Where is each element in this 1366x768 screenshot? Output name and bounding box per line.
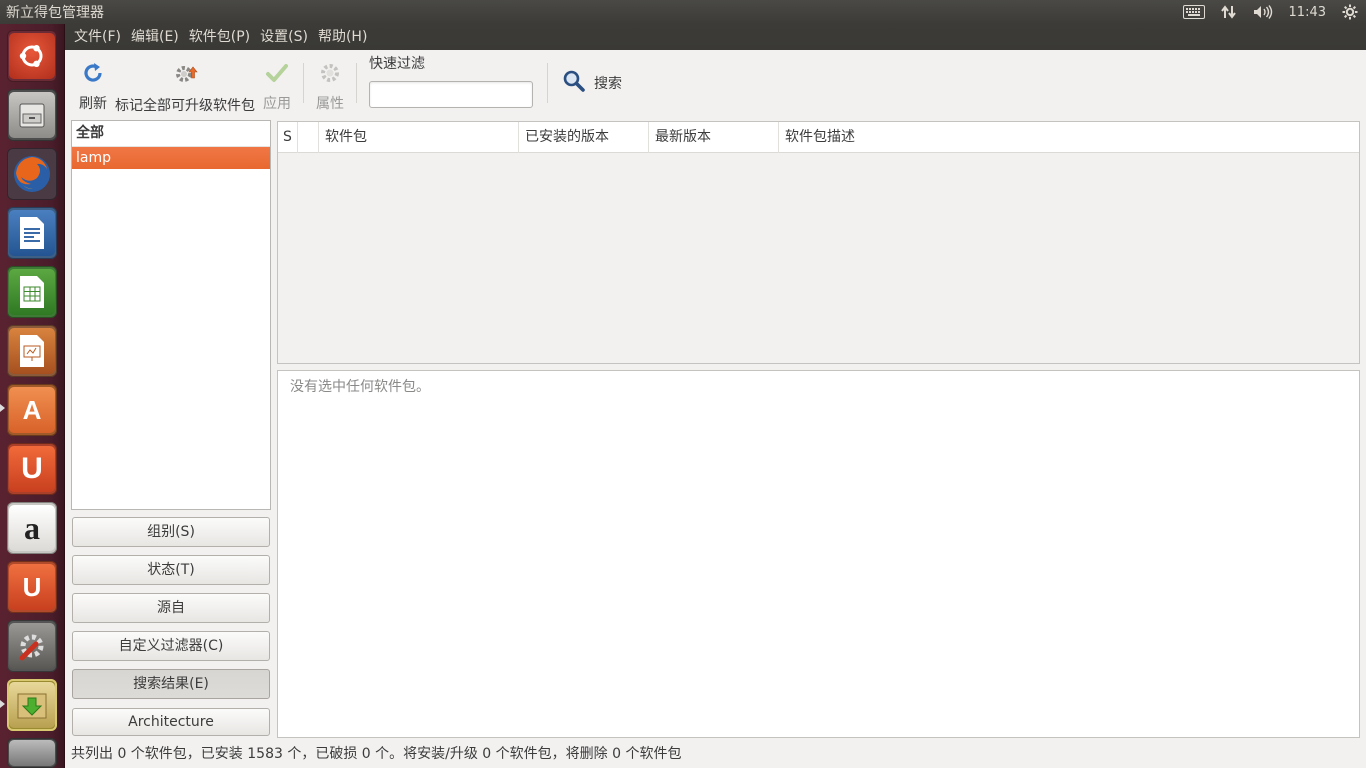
writer-document-icon xyxy=(9,210,55,256)
network-icon[interactable] xyxy=(1220,4,1237,20)
refresh-button[interactable]: 刷新 xyxy=(75,55,111,112)
menu-file[interactable]: 文件(F) xyxy=(69,24,126,50)
column-description[interactable]: 软件包描述 xyxy=(779,122,1359,153)
ubuntu-one-icon: U xyxy=(9,446,55,492)
column-latest-version[interactable]: 最新版本 xyxy=(649,122,779,153)
menubar: 文件(F) 编辑(E) 软件包(P) 设置(S) 帮助(H) xyxy=(65,24,1366,50)
refresh-icon xyxy=(80,61,106,85)
ubuntu-logo-icon xyxy=(9,33,55,79)
upgrade-gear-icon xyxy=(172,61,198,87)
properties-gear-icon xyxy=(317,61,343,85)
apply-button[interactable]: 应用 xyxy=(259,55,295,112)
launcher-trash-button[interactable] xyxy=(7,738,57,768)
architecture-button[interactable]: Architecture xyxy=(72,708,270,736)
software-center-bag-icon: A xyxy=(9,387,55,433)
volume-icon[interactable] xyxy=(1253,4,1273,20)
quick-filter-input[interactable] xyxy=(369,80,533,108)
app-title: 新立得包管理器 xyxy=(6,5,104,21)
filter-list-item[interactable]: lamp xyxy=(72,147,270,169)
toolbar-separator xyxy=(547,63,548,103)
package-details-pane[interactable]: 没有选中任何软件包。 xyxy=(277,370,1360,738)
toolbar: 刷新 标记全部可升级软件包 应用 属性 快速过滤 搜索 xyxy=(65,50,1366,116)
music-headphones-icon: U xyxy=(9,564,55,610)
status-bar-text: 共列出 0 个软件包，已安装 1583 个，已破损 0 个。将安装/升级 0 个… xyxy=(71,746,682,762)
column-status[interactable]: S xyxy=(278,122,298,153)
refresh-label: 刷新 xyxy=(79,96,107,112)
package-table-header: S 软件包 已安装的版本 最新版本 软件包描述 xyxy=(278,122,1359,153)
toolbar-separator xyxy=(303,63,304,103)
apply-label: 应用 xyxy=(263,96,291,112)
toolbar-separator xyxy=(356,63,357,103)
indicator-area: 11:43 xyxy=(1182,4,1366,20)
custom-filters-button[interactable]: 自定义过滤器(C) xyxy=(72,631,270,661)
status-button[interactable]: 状态(T) xyxy=(72,555,270,585)
apply-checkmark-icon xyxy=(264,61,290,85)
properties-label: 属性 xyxy=(316,96,344,112)
launcher-system-settings-button[interactable] xyxy=(7,620,57,672)
quick-filter-label: 快速过滤 xyxy=(369,55,425,72)
menu-edit[interactable]: 编辑(E) xyxy=(126,24,184,50)
launcher-music-button[interactable]: U xyxy=(7,561,57,613)
sections-button[interactable]: 组别(S) xyxy=(72,517,270,547)
launcher-impress-button[interactable] xyxy=(7,325,57,377)
amazon-icon: a xyxy=(9,505,55,551)
top-panel: 新立得包管理器 11:43 xyxy=(0,0,1366,24)
launcher-files-button[interactable] xyxy=(7,89,57,141)
launcher-software-center-button[interactable]: A xyxy=(7,384,57,436)
calc-spreadsheet-icon xyxy=(9,269,55,315)
launcher-ubuntu-one-button[interactable]: U xyxy=(7,443,57,495)
launcher-dash-button[interactable] xyxy=(7,30,57,82)
column-support[interactable] xyxy=(298,122,319,153)
search-results-button[interactable]: 搜索结果(E) xyxy=(72,669,270,699)
quick-filter-group: 快速过滤 xyxy=(369,56,533,108)
running-indicator xyxy=(0,404,5,412)
search-magnifier-icon xyxy=(562,69,586,97)
package-table[interactable]: S 软件包 已安装的版本 最新版本 软件包描述 xyxy=(277,121,1360,364)
running-indicator xyxy=(0,700,5,708)
synaptic-window: 文件(F) 编辑(E) 软件包(P) 设置(S) 帮助(H) 刷新 标记全部可升… xyxy=(65,24,1366,768)
mark-all-upgrades-button[interactable]: 标记全部可升级软件包 xyxy=(111,55,259,114)
launcher-amazon-button[interactable]: a xyxy=(7,502,57,554)
launcher: A U a U xyxy=(0,24,65,768)
firefox-icon xyxy=(9,151,55,197)
launcher-synaptic-button[interactable] xyxy=(7,679,57,731)
impress-presentation-icon xyxy=(9,328,55,374)
trash-icon xyxy=(9,740,55,766)
clock-text[interactable]: 11:43 xyxy=(1289,5,1326,20)
filter-list: 全部 lamp xyxy=(71,120,271,510)
menu-package[interactable]: 软件包(P) xyxy=(184,24,255,50)
filter-list-header[interactable]: 全部 xyxy=(72,121,270,147)
column-package[interactable]: 软件包 xyxy=(319,122,519,153)
details-placeholder-text: 没有选中任何软件包。 xyxy=(290,379,430,395)
launcher-writer-button[interactable] xyxy=(7,207,57,259)
file-cabinet-icon xyxy=(9,92,55,138)
launcher-calc-button[interactable] xyxy=(7,266,57,318)
properties-button[interactable]: 属性 xyxy=(312,55,348,112)
menu-help[interactable]: 帮助(H) xyxy=(313,24,372,50)
mark-all-upgrades-label: 标记全部可升级软件包 xyxy=(115,98,255,114)
settings-gear-icon[interactable] xyxy=(1342,4,1358,20)
package-download-icon xyxy=(9,682,55,728)
launcher-firefox-button[interactable] xyxy=(7,148,57,200)
search-label: 搜索 xyxy=(594,76,622,92)
search-button[interactable]: 搜索 xyxy=(556,69,628,97)
menu-settings[interactable]: 设置(S) xyxy=(255,24,313,50)
wrench-gear-icon xyxy=(9,623,55,669)
column-installed-version[interactable]: 已安装的版本 xyxy=(519,122,649,153)
origin-button[interactable]: 源自 xyxy=(72,593,270,623)
keyboard-icon[interactable] xyxy=(1182,5,1205,19)
